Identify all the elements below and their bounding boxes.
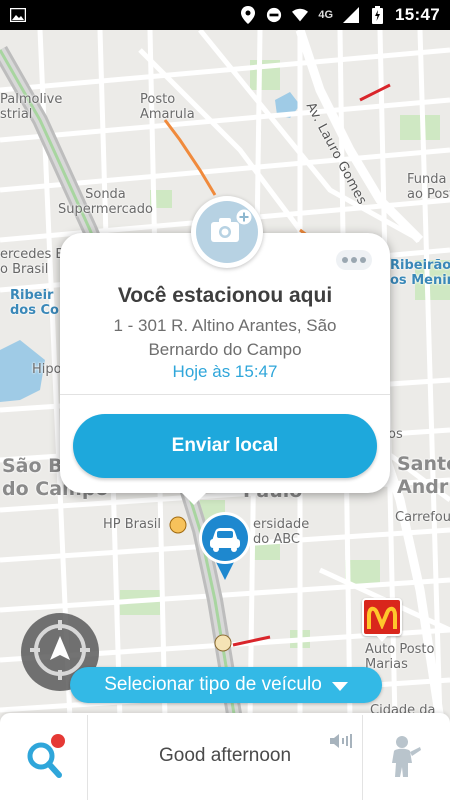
wifi-icon: [292, 7, 309, 23]
popup-divider: [60, 394, 390, 395]
more-dot: [351, 257, 357, 263]
clock: 15:47: [395, 5, 440, 24]
map-label-hipo: Hipo: [32, 362, 62, 377]
battery-icon: [369, 6, 385, 24]
map-label-os: os: [388, 427, 403, 442]
map-label-fundacao: Funda ao Posto: [407, 172, 450, 202]
more-options-button[interactable]: [336, 250, 372, 270]
status-bar: 4G 15:47: [0, 0, 450, 30]
location-icon: [240, 6, 256, 24]
person-icon: [392, 736, 421, 777]
vehicle-type-selector[interactable]: Selecionar tipo de veículo: [70, 667, 382, 703]
signal-icon: [343, 7, 360, 23]
popup-address: 1 - 301 R. Altino Arantes, São Bernardo …: [113, 316, 337, 359]
map-label-auto-posto: Auto Posto Marias: [365, 642, 435, 672]
more-dot: [360, 257, 366, 263]
popup-time: Hoje às 15:47: [172, 362, 278, 381]
mcdonalds-marker-tail: [375, 634, 389, 642]
map-label-universidade: ersidade do ABC: [253, 517, 310, 547]
mcdonalds-icon[interactable]: [362, 598, 402, 636]
my-waze-button[interactable]: [388, 735, 422, 777]
parked-car-pin[interactable]: [197, 510, 253, 582]
bottom-bar-divider: [362, 715, 363, 800]
popup-pointer: [180, 491, 208, 505]
plus-icon: [236, 209, 252, 230]
search-icon: [27, 734, 65, 778]
image-icon: [10, 7, 26, 23]
popup-title: Você estacionou aqui: [117, 284, 333, 307]
map-label-ribeirao-right: Ribeirão os Menin: [390, 258, 450, 288]
network-type: 4G: [318, 9, 334, 21]
do-not-disturb-icon: [266, 7, 282, 23]
send-location-button[interactable]: Enviar local: [73, 414, 377, 478]
map-label-mercedes: ercedes B o Brasil: [0, 247, 64, 277]
map-label-carrefour: Carrefou: [395, 510, 450, 525]
map-label-posto-amarula: Posto Amarula: [140, 92, 195, 122]
map-label-ribeirao-left: Ribeir dos Co: [10, 288, 59, 318]
map-label-palmolive: Palmolive strial: [0, 92, 63, 122]
map-label-sonda: Sonda Supermercado: [58, 187, 153, 217]
search-button[interactable]: [22, 732, 70, 780]
map-label-santo-andre: Santo Andr: [397, 453, 450, 498]
map-label-hp-brasil: HP Brasil: [103, 517, 161, 532]
more-dot: [342, 257, 348, 263]
greeting-text[interactable]: Good afternoon: [88, 745, 362, 767]
speaker-icon[interactable]: [330, 731, 352, 751]
vehicle-type-label: Selecionar tipo de veículo: [104, 674, 322, 695]
add-photo-button[interactable]: [191, 196, 263, 268]
chevron-down-icon: [331, 681, 348, 691]
